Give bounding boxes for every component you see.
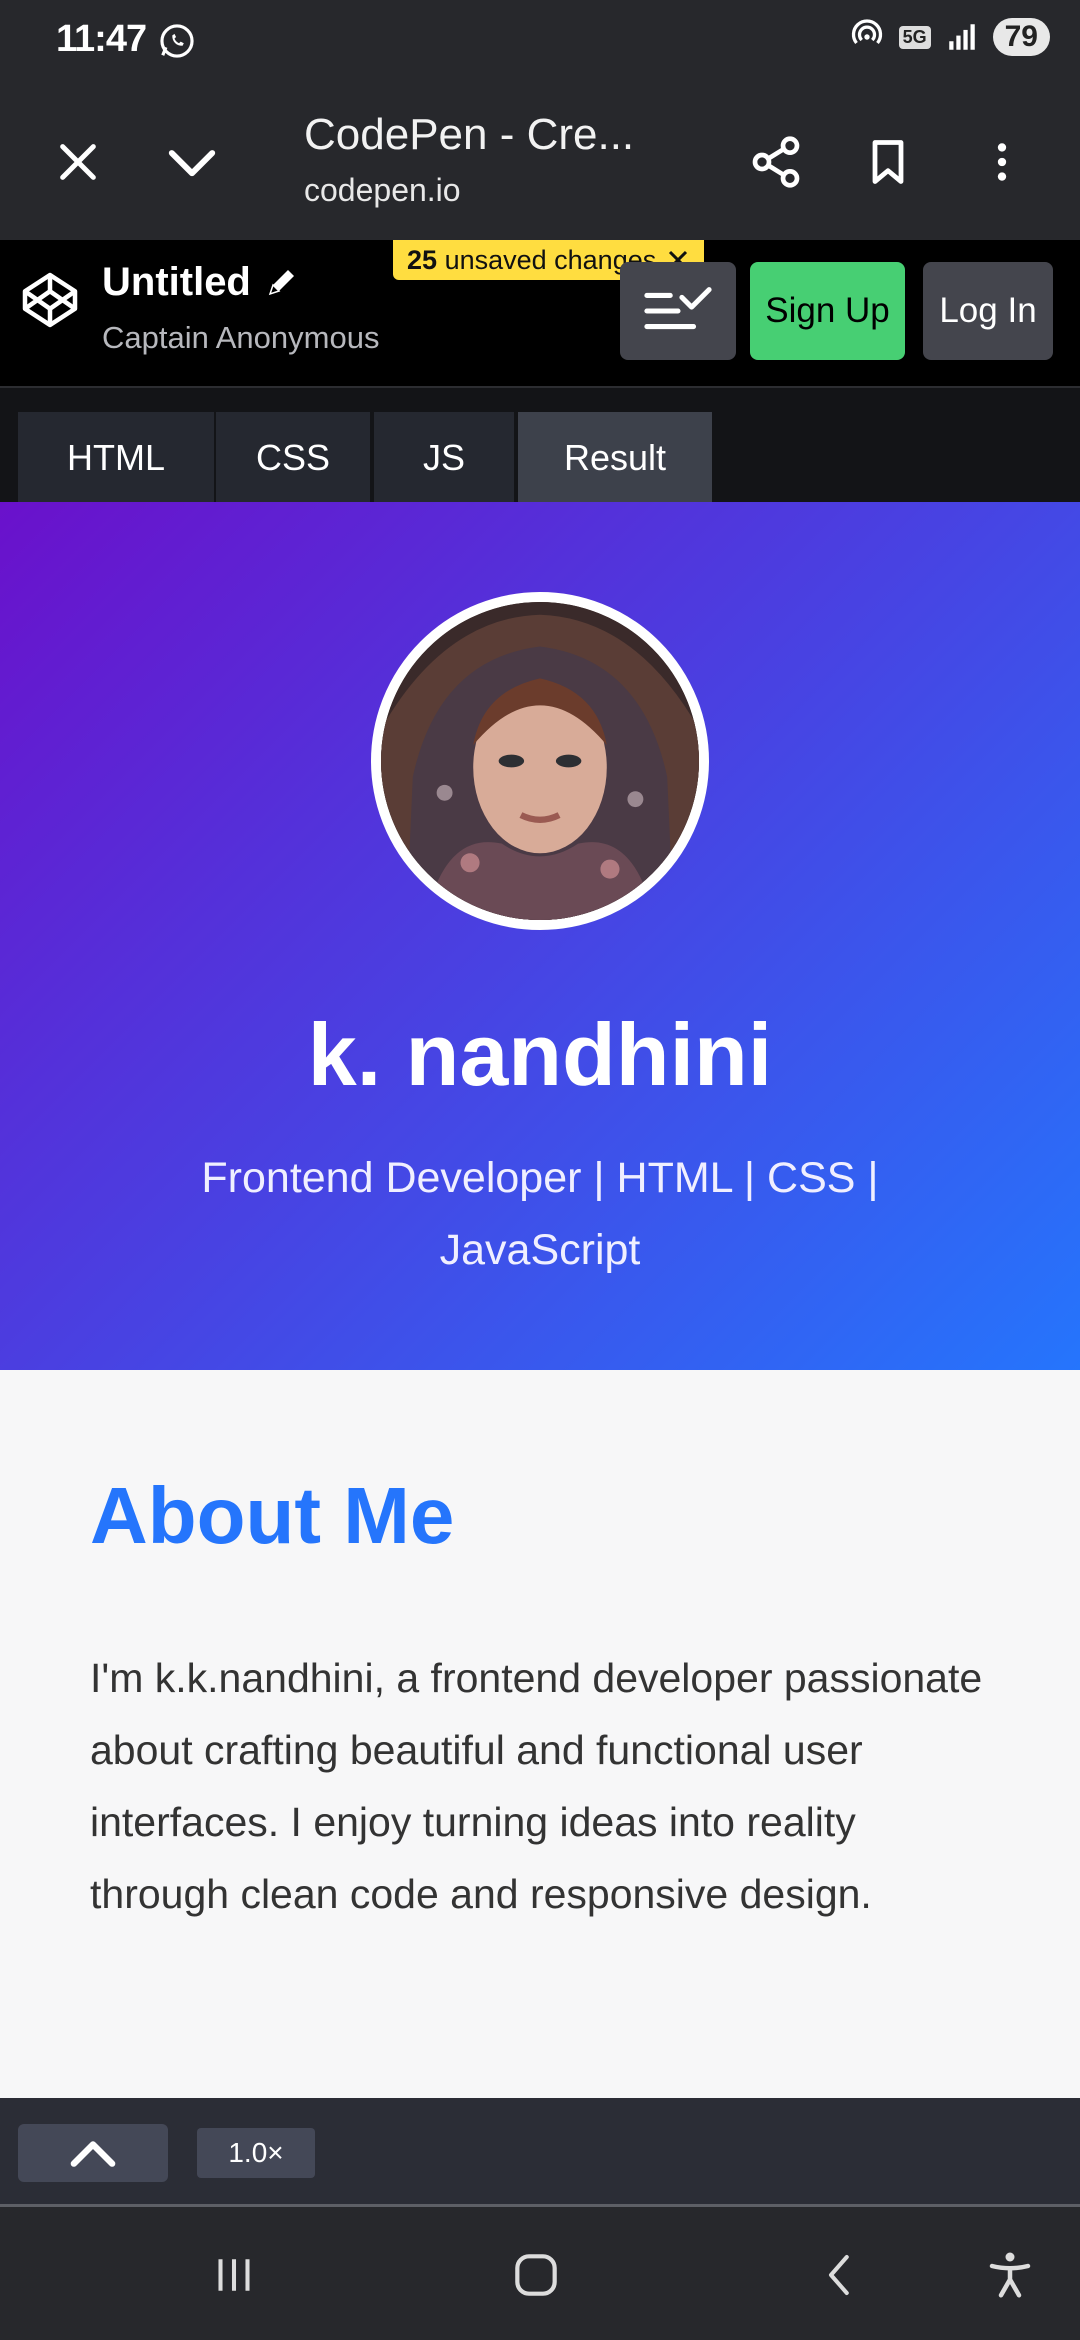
about-section: About Me I'm k.k.nandhini, a frontend de… — [0, 1370, 1080, 2098]
codepen-header: Untitled Captain Anonymous 25 unsaved ch… — [0, 240, 1080, 386]
about-text: I'm k.k.nandhini, a frontend developer p… — [90, 1655, 983, 1917]
layout-menu-icon — [644, 287, 712, 330]
network-type: 5G — [898, 25, 931, 49]
back-icon[interactable] — [792, 2227, 888, 2323]
tab-js[interactable]: JS — [374, 412, 514, 504]
signal-icon — [948, 24, 975, 50]
accessibility-icon[interactable] — [962, 2227, 1058, 2323]
profile-hero: k. nandhini Frontend Developer | HTML | … — [0, 502, 1080, 1370]
codepen-logo-icon[interactable] — [20, 270, 80, 330]
close-icon[interactable] — [42, 126, 114, 198]
battery-level: 79 — [992, 18, 1050, 56]
browser-toolbar: CodePen - Cre... codepen.io — [0, 84, 1080, 324]
profile-name: k. nandhini — [307, 1005, 773, 1104]
recents-icon[interactable] — [186, 2227, 282, 2323]
home-icon[interactable] — [488, 2227, 584, 2323]
tab-css[interactable]: CSS — [216, 412, 370, 504]
chevron-up-icon — [70, 2141, 116, 2167]
tab-html[interactable]: HTML — [18, 412, 214, 504]
unsaved-count: 25 — [407, 244, 438, 275]
page-title[interactable]: CodePen - Cre... — [304, 110, 634, 160]
tab-result[interactable]: Result — [518, 412, 712, 504]
page-url[interactable]: codepen.io — [304, 172, 461, 209]
editor-bottom-bar: 1.0× — [0, 2098, 1080, 2206]
pen-author: Captain Anonymous — [102, 320, 380, 355]
about-heading: About Me — [90, 1471, 455, 1560]
system-navigation-bar — [0, 2207, 1080, 2340]
more-vert-icon[interactable] — [966, 126, 1038, 198]
chevron-down-icon[interactable] — [156, 126, 228, 198]
zoom-level[interactable]: 1.0× — [197, 2128, 315, 2178]
status-bar: 11:47 5G 79 — [0, 0, 1080, 84]
avatar — [371, 592, 709, 930]
expand-console-button[interactable] — [18, 2124, 168, 2182]
pencil-icon[interactable] — [264, 264, 300, 300]
change-view-button[interactable] — [620, 262, 736, 360]
share-icon[interactable] — [740, 126, 812, 198]
status-time: 11:47 — [56, 18, 147, 60]
editor-tabs: HTML CSS JS Result — [0, 386, 1080, 504]
sign-up-button[interactable]: Sign Up — [750, 262, 905, 360]
whatsapp-icon — [160, 24, 194, 58]
hotspot-icon — [851, 19, 882, 45]
bookmark-icon[interactable] — [852, 126, 924, 198]
avatar-photo — [381, 602, 699, 920]
pen-title[interactable]: Untitled — [102, 260, 251, 305]
log-in-button[interactable]: Log In — [923, 262, 1053, 360]
profile-subtitle: Frontend Developer | HTML | CSS | JavaSc… — [201, 1154, 879, 1274]
